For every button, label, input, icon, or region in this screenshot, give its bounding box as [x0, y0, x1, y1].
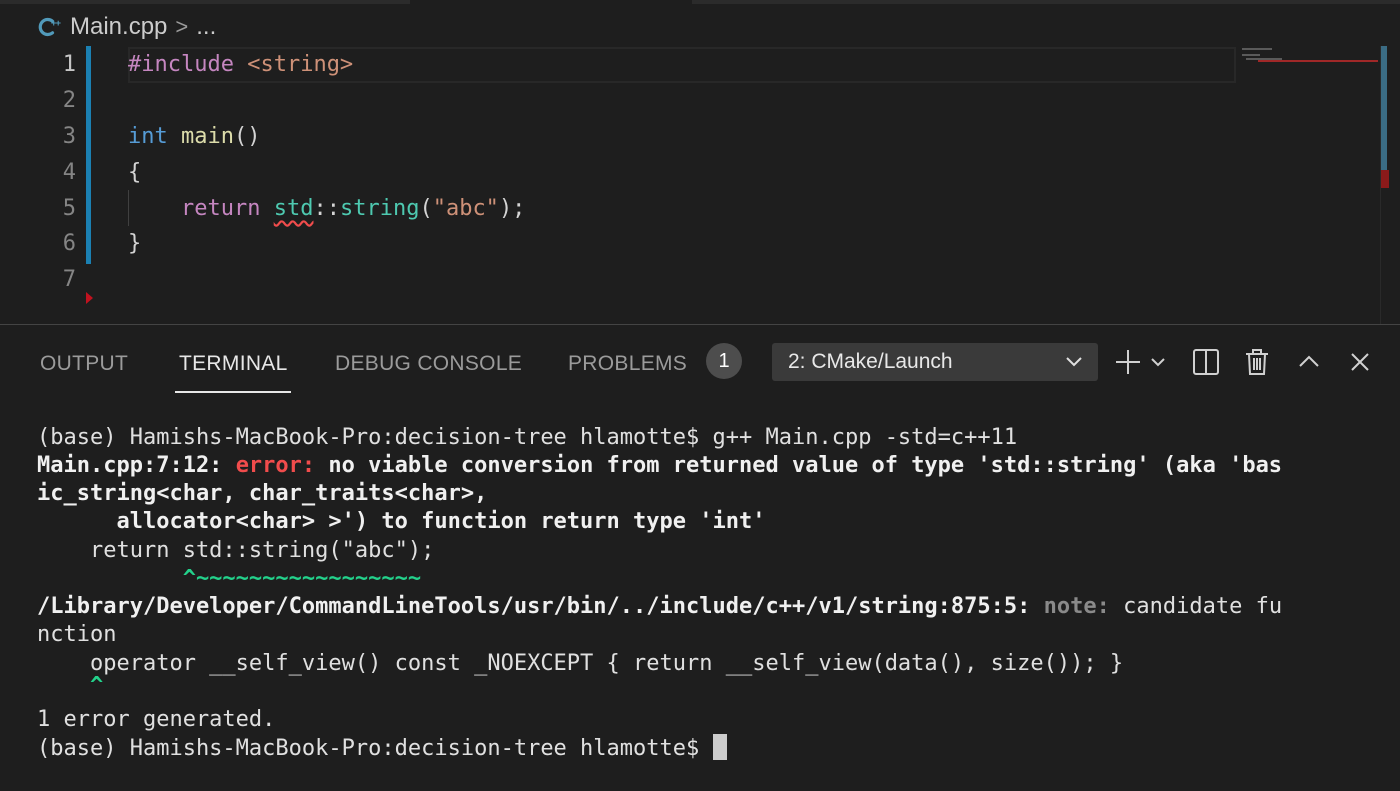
terminal-cursor [712, 734, 727, 760]
code-line-3: int main() [128, 124, 261, 149]
minimap-line [1242, 48, 1272, 50]
problems-count-badge: 1 [706, 343, 742, 379]
tab-output[interactable]: OUTPUT [40, 349, 128, 379]
terminal-line: (base) Hamishs-MacBook-Pro:decision-tree… [37, 425, 1018, 450]
terminal-line: allocator<char> >') to function return t… [37, 509, 766, 534]
code-editor[interactable]: 1 2 3 4 5 6 7 #include <string> int main… [0, 46, 1400, 324]
code-line-4: { [128, 160, 142, 185]
minimap-error-line [1258, 60, 1378, 62]
panel-tabs: OUTPUT TERMINAL DEBUG CONSOLE PROBLEMS 1… [0, 325, 1400, 399]
trash-icon[interactable] [1242, 347, 1272, 377]
breadcrumb: + + Main.cpp > ... [38, 10, 216, 44]
line-number: 2 [62, 88, 76, 113]
terminal-caret-line: ^~~~~~~~~~~~~~~~~~ [37, 566, 422, 591]
svg-text:+: + [56, 19, 62, 29]
terminal-caret-line: ^ [37, 673, 104, 698]
tab-terminal[interactable]: TERMINAL [179, 349, 288, 379]
minimap[interactable] [1238, 46, 1378, 324]
line-number: 5 [62, 196, 76, 221]
code-line-5: return std::string("abc"); [180, 196, 526, 221]
terminal-line: Main.cpp:7:12: error: no viable conversi… [37, 453, 1283, 478]
terminal-select[interactable]: 2: CMake/Launch [772, 343, 1098, 381]
line-number: 7 [62, 267, 76, 292]
bottom-panel: OUTPUT TERMINAL DEBUG CONSOLE PROBLEMS 1… [0, 324, 1400, 791]
terminal-prompt[interactable]: (base) Hamishs-MacBook-Pro:decision-tree… [37, 734, 727, 762]
vertical-scrollbar[interactable] [1380, 46, 1400, 324]
terminal-line: ic_string<char, char_traits<char>, [37, 481, 488, 506]
line-number: 6 [62, 231, 76, 256]
chevron-up-icon[interactable] [1294, 347, 1324, 377]
terminal-line: /Library/Developer/CommandLineTools/usr/… [37, 594, 1283, 619]
tab-strip-right [692, 0, 1400, 4]
active-tab-indicator [175, 391, 291, 393]
breadcrumb-separator: > [175, 14, 189, 39]
breadcrumb-more[interactable]: ... [196, 13, 216, 41]
tab-strip [0, 0, 1400, 4]
minimap-line [1242, 54, 1260, 56]
tab-problems[interactable]: PROBLEMS [568, 349, 687, 379]
chevron-down-icon[interactable] [1148, 347, 1168, 377]
chevron-down-icon [1064, 343, 1084, 381]
error-marker-icon [86, 292, 93, 304]
scrollbar-thumb[interactable] [1381, 46, 1387, 170]
line-number: 4 [62, 160, 76, 185]
close-icon[interactable] [1345, 347, 1375, 377]
terminal-output[interactable]: (base) Hamishs-MacBook-Pro:decision-tree… [0, 421, 1400, 781]
terminal-line: operator __self_view() const _NOEXCEPT {… [37, 651, 1124, 676]
code-line-6: } [128, 231, 142, 256]
terminal-line: 1 error generated. [37, 707, 276, 732]
plus-icon[interactable] [1113, 347, 1143, 377]
error-squiggle: std [273, 196, 314, 221]
line-number: 3 [62, 124, 76, 149]
code-content[interactable]: #include <string> int main() { return st… [128, 46, 1236, 324]
line-number-gutter: 1 2 3 4 5 6 7 [0, 46, 93, 324]
terminal-select-value: 2: CMake/Launch [788, 350, 953, 373]
breadcrumb-file[interactable]: Main.cpp [70, 13, 167, 41]
terminal-line: return std::string("abc"); [37, 538, 435, 563]
split-icon[interactable] [1191, 347, 1221, 377]
cpp-file-icon: + + [38, 15, 62, 39]
scrollbar-error-marker [1381, 170, 1389, 188]
tab-strip-left [0, 0, 410, 4]
terminal-line: nction [37, 622, 117, 647]
line-number: 1 [62, 52, 76, 77]
code-line-1: #include <string> [128, 52, 354, 77]
tab-debug-console[interactable]: DEBUG CONSOLE [335, 349, 522, 379]
git-change-indicator[interactable] [86, 46, 91, 264]
